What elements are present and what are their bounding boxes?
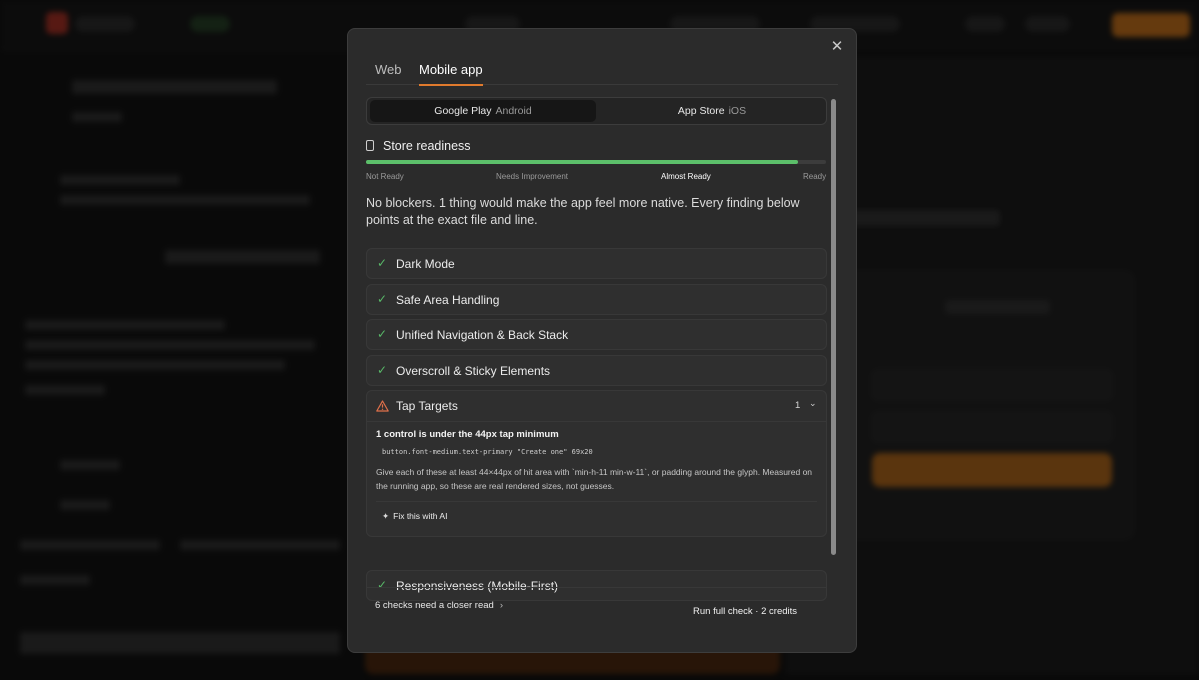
check-dark-mode[interactable]: ✓ Dark Mode [366, 248, 827, 279]
run-full-check-button[interactable]: Run full check · 2 credits [693, 606, 797, 617]
check-tap-targets: Tap Targets 1 ⌄ 1 control is under the 4… [366, 390, 827, 537]
check-icon: ✓ [377, 363, 388, 377]
fix-with-ai-label: Fix this with AI [393, 511, 448, 521]
check-icon: ✓ [377, 327, 388, 341]
check-icon: ✓ [377, 292, 388, 306]
platform-sub: Android [495, 105, 532, 117]
scale-label-not-ready: Not Ready [366, 172, 404, 181]
modal-content: Google Play Android App Store iOS Store re… [366, 97, 832, 652]
fix-with-ai-button[interactable]: ✦ Fix this with AI [376, 507, 453, 525]
issue-count: 1 [795, 400, 801, 411]
store-readiness-modal: ✕ Web Mobile app Google Play Android App … [347, 28, 857, 653]
check-overscroll[interactable]: ✓ Overscroll & Sticky Elements [366, 355, 827, 386]
tab-bar: Web Mobile app [366, 59, 838, 86]
readiness-summary: No blockers. 1 thing would make the app … [366, 196, 800, 227]
readiness-progress-fill [366, 160, 799, 164]
divider [376, 501, 817, 502]
closer-read-label: 6 checks need a closer read [375, 600, 494, 611]
closer-read-section: 6 checks need a closer read › Run full ch… [366, 587, 827, 627]
scale-label-needs-improvement: Needs Improvement [496, 172, 569, 181]
closer-read-link[interactable]: 6 checks need a closer read › [375, 600, 503, 611]
check-label: Tap Targets [396, 399, 458, 413]
chevron-down-icon[interactable]: ⌄ [809, 398, 817, 409]
tap-targets-selector: button.font-medium.text-primary "Create … [382, 448, 593, 456]
check-label: Safe Area Handling [396, 293, 500, 307]
tab-mobile-app[interactable]: Mobile app [419, 62, 483, 86]
warning-icon [376, 400, 389, 412]
check-navigation[interactable]: ✓ Unified Navigation & Back Stack [366, 319, 827, 350]
check-label: Dark Mode [396, 257, 455, 271]
platform-google-play[interactable]: Google Play Android [370, 100, 596, 122]
readiness-progress-bar [366, 160, 826, 164]
check-icon: ✓ [377, 256, 388, 270]
platform-name: App Store [677, 105, 725, 117]
check-label: Overscroll & Sticky Elements [396, 364, 551, 378]
check-label: Unified Navigation & Back Stack [396, 328, 569, 342]
tab-web[interactable]: Web [375, 62, 402, 84]
tap-targets-header[interactable]: Tap Targets 1 ⌄ [367, 391, 826, 422]
platform-app-store[interactable]: App Store iOS [599, 100, 825, 122]
tap-targets-finding: 1 control is under the 44px tap minimum [376, 429, 559, 440]
readiness-heading: Store readiness [366, 139, 471, 153]
platform-switcher: Google Play Android App Store iOS [366, 97, 827, 125]
tap-targets-help: Give each of these at least 44×44px of h… [376, 467, 813, 491]
platform-name: Google Play [434, 105, 492, 117]
phone-icon [366, 140, 374, 151]
close-icon[interactable]: ✕ [828, 38, 846, 56]
chevron-right-icon: › [499, 600, 503, 611]
scale-label-almost-ready: Almost Ready [661, 172, 711, 181]
platform-sub: iOS [728, 105, 747, 117]
check-safe-area[interactable]: ✓ Safe Area Handling [366, 284, 827, 315]
readiness-title: Store readiness [383, 139, 471, 153]
scale-label-ready: Ready [803, 172, 827, 181]
sparkles-icon: ✦ [382, 511, 390, 521]
